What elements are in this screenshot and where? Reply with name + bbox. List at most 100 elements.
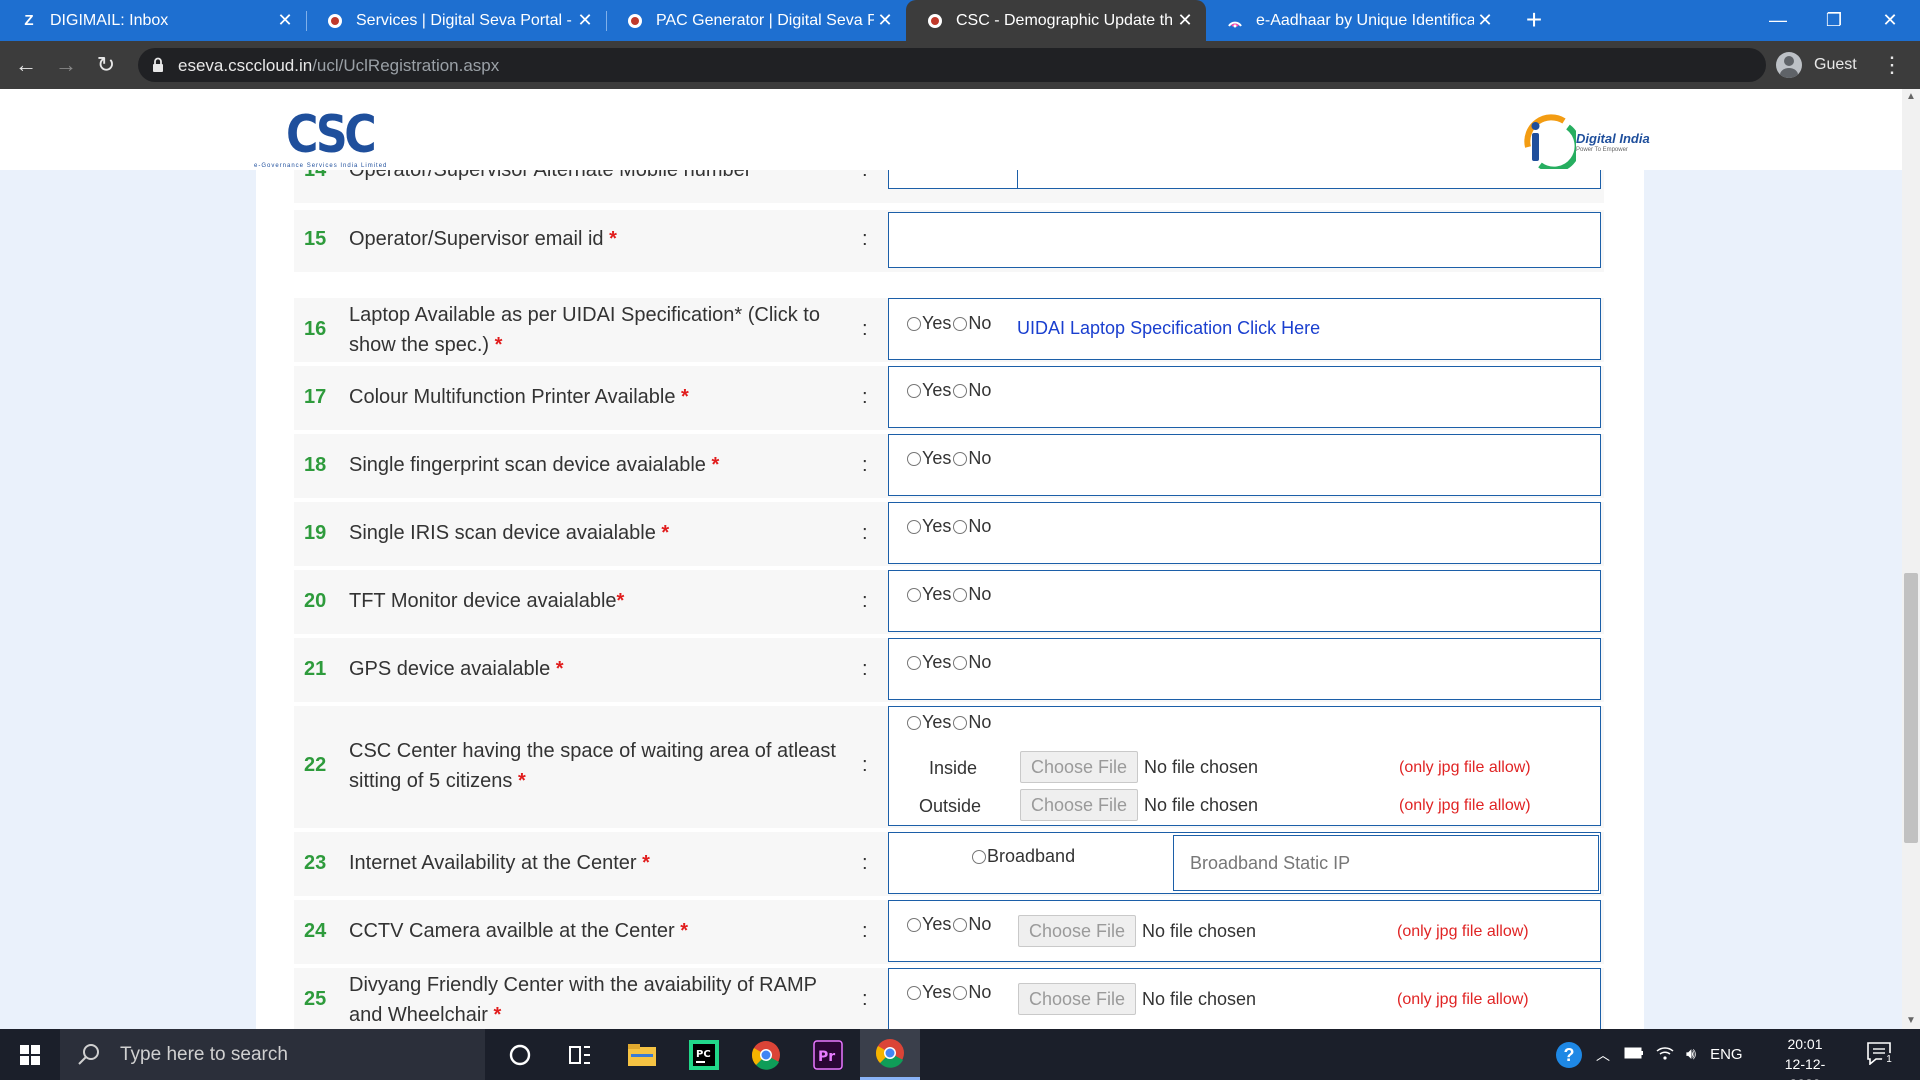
row-number: 18 xyxy=(304,454,327,476)
chrome-icon[interactable] xyxy=(736,1029,796,1080)
laptop-answer-box: Yes No UIDAI Laptop Specification Click … xyxy=(888,298,1601,360)
printer-answer-box: Yes No xyxy=(888,366,1601,428)
back-arrow-icon[interactable]: ← xyxy=(10,49,42,81)
monitor-answer-box: Yes No xyxy=(888,570,1601,632)
language-indicator[interactable]: ENG xyxy=(1710,1046,1743,1063)
cortana-icon[interactable] xyxy=(490,1029,550,1080)
taskbar-search-box[interactable]: Type here to search xyxy=(60,1029,485,1080)
broadband-static-ip-input[interactable]: Broadband Static IP xyxy=(1173,835,1599,891)
digital-india-logo: Digital India Power To Empower xyxy=(1518,107,1650,173)
chevron-up-icon[interactable]: ︿ xyxy=(1596,1045,1610,1065)
waiting-area-answer-box: Yes No Inside Choose File No file chosen… xyxy=(888,706,1601,826)
yes-radio[interactable] xyxy=(907,451,921,466)
aadhaar-icon xyxy=(1226,12,1244,30)
pycharm-icon[interactable]: PC xyxy=(674,1029,734,1080)
wifi-icon[interactable] xyxy=(1656,1045,1674,1065)
scroll-up-arrow-icon[interactable]: ▲ xyxy=(1902,89,1920,105)
cctv-answer-box: Yes No Choose File No file chosen (only … xyxy=(888,900,1601,962)
new-tab-button[interactable]: + xyxy=(1518,3,1550,37)
broadband-radio[interactable] xyxy=(972,849,986,864)
no-radio[interactable] xyxy=(953,316,968,331)
no-radio[interactable] xyxy=(953,715,968,730)
uidai-spec-link[interactable]: UIDAI Laptop Specification Click Here xyxy=(1017,318,1320,339)
broadband-radio-group: Broadband xyxy=(972,846,1077,867)
no-file-text: No file chosen xyxy=(1144,756,1259,777)
windows-start-icon[interactable] xyxy=(0,1029,60,1080)
battery-icon[interactable] xyxy=(1624,1046,1644,1063)
row-label: Operator/Supervisor email id * xyxy=(349,228,617,250)
chrome-active-icon[interactable] xyxy=(860,1029,920,1080)
yes-radio[interactable] xyxy=(907,985,921,1000)
file-explorer-icon[interactable] xyxy=(612,1029,672,1080)
forward-arrow-icon[interactable]: → xyxy=(50,49,82,81)
row-label: CSC Center having the space of waiting a… xyxy=(349,740,836,792)
windows-taskbar: Type here to search PC Pr ? ︿ 🔊︎ ENG 20:… xyxy=(0,1029,1920,1080)
no-radio[interactable] xyxy=(953,451,968,466)
yes-radio[interactable] xyxy=(907,917,921,932)
tab-services[interactable]: Services | Digital Seva Portal - CSC ✕ xyxy=(306,0,606,41)
no-radio[interactable] xyxy=(953,917,968,932)
cctv-file-input: Choose File No file chosen xyxy=(1018,915,1256,947)
digital-india-text: Digital India xyxy=(1576,131,1650,146)
form-row-19: 19 Single IRIS scan device avaialable * … xyxy=(294,502,1604,566)
scrollbar-thumb[interactable] xyxy=(1904,573,1918,843)
close-window-icon[interactable]: ✕ xyxy=(1862,0,1918,41)
no-radio[interactable] xyxy=(953,383,968,398)
colon: : xyxy=(862,318,868,340)
choose-file-button[interactable]: Choose File xyxy=(1018,915,1136,947)
choose-file-button[interactable]: Choose File xyxy=(1020,751,1138,783)
iris-radio-group: Yes No xyxy=(907,516,993,537)
tab-demographic-update[interactable]: CSC - Demographic Update through ✕ xyxy=(906,0,1206,41)
form-row-22: 22 CSC Center having the space of waitin… xyxy=(294,706,1604,828)
reload-icon[interactable]: ↻ xyxy=(90,49,122,81)
gps-radio-group: Yes No xyxy=(907,652,993,673)
yes-radio[interactable] xyxy=(907,519,921,534)
kebab-menu-icon[interactable]: ⋮ xyxy=(1880,49,1904,81)
close-tab-icon[interactable]: ✕ xyxy=(1474,10,1496,31)
choose-file-button[interactable]: Choose File xyxy=(1018,983,1136,1015)
yes-radio[interactable] xyxy=(907,316,921,331)
no-radio[interactable] xyxy=(953,655,968,670)
system-tray: ? ︿ 🔊︎ ENG xyxy=(1556,1029,1743,1080)
tab-pac-generator[interactable]: PAC Generator | Digital Seva Portal ✕ xyxy=(606,0,906,41)
row-label: Colour Multifunction Printer Available * xyxy=(349,386,689,408)
close-tab-icon[interactable]: ✕ xyxy=(274,10,296,31)
fingerprint-answer-box: Yes No xyxy=(888,434,1601,496)
volume-icon[interactable]: 🔊︎ xyxy=(1686,1046,1696,1064)
premiere-pro-icon[interactable]: Pr xyxy=(798,1029,858,1080)
close-tab-icon[interactable]: ✕ xyxy=(574,10,596,31)
yes-radio[interactable] xyxy=(907,587,921,602)
close-tab-icon[interactable]: ✕ xyxy=(1174,10,1196,31)
profile-button[interactable]: Guest xyxy=(1776,48,1857,82)
no-radio[interactable] xyxy=(953,587,968,602)
notification-icon[interactable]: 1 xyxy=(1866,1041,1896,1069)
help-icon[interactable]: ? xyxy=(1556,1041,1582,1068)
no-file-text: No file chosen xyxy=(1142,988,1257,1009)
row-label: CCTV Camera availble at the Center * xyxy=(349,920,689,942)
yes-radio[interactable] xyxy=(907,383,921,398)
inside-label: Inside xyxy=(929,758,978,778)
tab-e-aadhaar[interactable]: e-Aadhaar by Unique Identification ✕ xyxy=(1206,0,1506,41)
task-view-icon[interactable] xyxy=(550,1029,610,1080)
clock[interactable]: 20:01 12-12-2020 xyxy=(1770,1034,1840,1080)
row-number: 19 xyxy=(304,522,327,544)
yes-radio[interactable] xyxy=(907,715,921,730)
yes-radio[interactable] xyxy=(907,655,921,670)
colon: : xyxy=(862,754,868,776)
choose-file-button[interactable]: Choose File xyxy=(1020,789,1138,821)
scroll-down-arrow-icon[interactable]: ▼ xyxy=(1902,1013,1920,1029)
close-tab-icon[interactable]: ✕ xyxy=(874,10,896,31)
minimize-icon[interactable]: — xyxy=(1750,0,1806,41)
tab-digimail[interactable]: Z DIGIMAIL: Inbox ✕ xyxy=(0,0,306,41)
row-number: 17 xyxy=(304,386,327,408)
monitor-radio-group: Yes No xyxy=(907,584,993,605)
restore-icon[interactable]: ❐ xyxy=(1806,0,1862,41)
no-radio[interactable] xyxy=(953,519,968,534)
no-radio[interactable] xyxy=(953,985,968,1000)
divyang-radio-group: Yes No xyxy=(907,982,993,1003)
csc-logo[interactable]: CSC e-Governance Services India Limited xyxy=(254,105,424,169)
vertical-scrollbar[interactable]: ▲ ▼ xyxy=(1902,89,1920,1029)
address-bar[interactable]: eseva.csccloud.in/ucl/UclRegistration.as… xyxy=(138,48,1766,82)
notification-count: 1 xyxy=(1882,1053,1896,1067)
email-field[interactable] xyxy=(888,212,1601,268)
